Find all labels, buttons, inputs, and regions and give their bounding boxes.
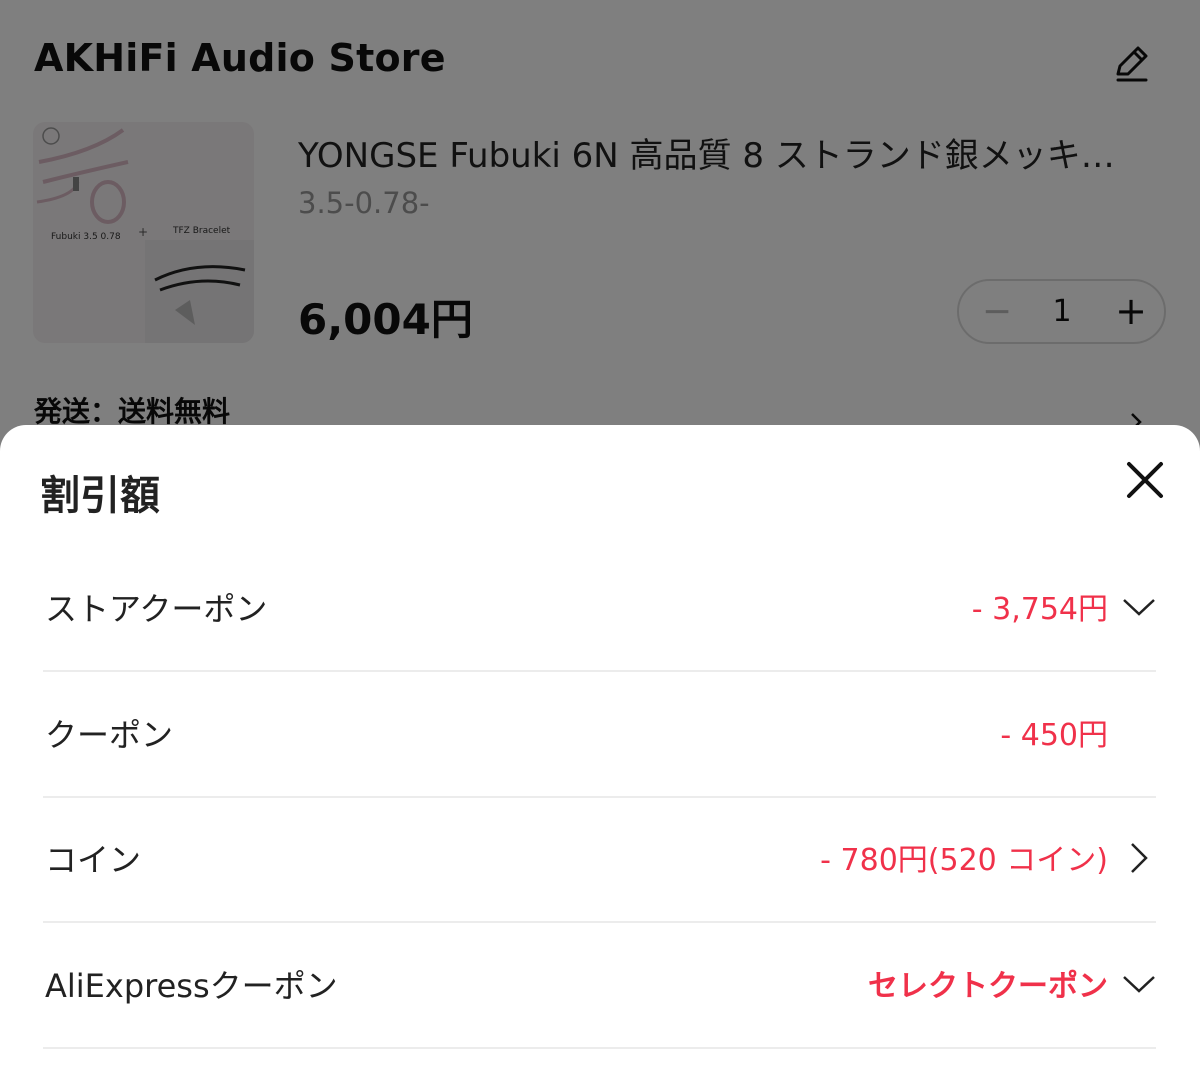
discount-row-aliexpress-coupon[interactable]: AliExpressクーポン セレクトクーポン xyxy=(43,923,1156,1049)
close-icon[interactable] xyxy=(1120,455,1170,505)
row-label: コイン xyxy=(45,841,142,879)
row-value: - 3,754円 xyxy=(971,592,1108,627)
discount-sheet: 割引額 ストアクーポン - 3,754円 クーポン - 450円 コイン - 7… xyxy=(0,425,1200,1089)
chevron-down-icon[interactable] xyxy=(1122,590,1156,624)
row-label: クーポン xyxy=(45,716,174,754)
chevron-right-icon[interactable] xyxy=(1122,841,1156,875)
chevron-down-icon[interactable] xyxy=(1122,967,1156,1001)
select-coupon-link[interactable]: セレクトクーポン xyxy=(868,961,1108,1005)
row-label: ストアクーポン xyxy=(45,590,268,628)
row-value: - 780円(520 コイン) xyxy=(820,843,1108,878)
discount-row-coins[interactable]: コイン - 780円(520 コイン) xyxy=(43,797,1156,923)
discount-row-coupon: クーポン - 450円 xyxy=(43,672,1156,798)
sheet-title: 割引額 xyxy=(40,473,160,519)
row-label: AliExpressクーポン xyxy=(45,967,338,1005)
row-value: - 450円 xyxy=(1000,718,1108,753)
discount-row-store-coupon[interactable]: ストアクーポン - 3,754円 xyxy=(43,546,1156,672)
